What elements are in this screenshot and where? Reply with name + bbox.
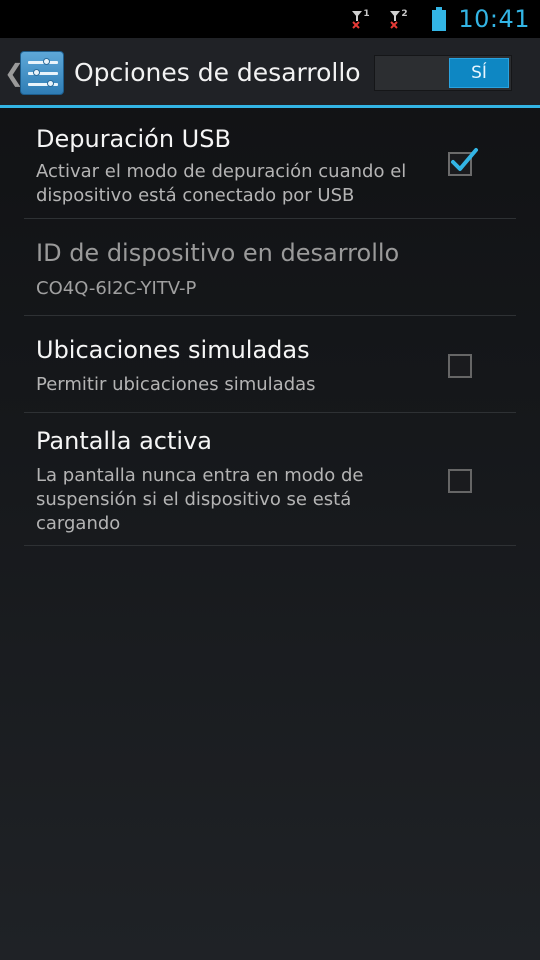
- sim1-label: 1: [363, 9, 370, 19]
- status-bar: 1 2 10:41: [0, 0, 540, 38]
- pref-summary: Activar el modo de depuración cuando el …: [36, 161, 407, 206]
- preference-list: Depuración USB Activar el modo de depura…: [24, 111, 516, 546]
- pref-stay-awake[interactable]: Pantalla activa La pantalla nunca entra …: [24, 413, 516, 546]
- pref-mock-locations[interactable]: Ubicaciones simuladas Permitir ubicacion…: [24, 316, 516, 413]
- stay-awake-checkbox[interactable]: [448, 469, 472, 493]
- pref-usb-debugging[interactable]: Depuración USB Activar el modo de depura…: [24, 111, 516, 219]
- status-clock: 10:41: [458, 5, 530, 33]
- page-title: Opciones de desarrollo: [74, 58, 361, 87]
- signal-sim1-no-service-icon: 1: [350, 6, 374, 32]
- checkmark-icon: [451, 148, 478, 171]
- pref-title: ID de dispositivo en desarrollo: [36, 239, 400, 267]
- usb-debugging-checkbox[interactable]: [448, 148, 478, 176]
- signal-sim2-no-service-icon: 2: [388, 6, 412, 32]
- developer-options-toggle[interactable]: SÍ: [374, 55, 512, 91]
- toggle-label: SÍ: [449, 58, 509, 88]
- pref-summary: Permitir ubicaciones simuladas: [36, 374, 316, 395]
- battery-icon: [432, 7, 447, 31]
- action-bar: ❮ Opciones de desarrollo SÍ: [0, 38, 540, 108]
- developer-settings-icon[interactable]: [20, 51, 64, 95]
- pref-title: Ubicaciones simuladas: [36, 336, 310, 364]
- developer-options-screen: 1 2 10:41 ❮ Opciones de desarrollo SÍ De…: [0, 0, 540, 960]
- device-id-value: CO4Q-6I2C-YITV-P: [36, 278, 197, 299]
- pref-title: Pantalla activa: [36, 427, 212, 455]
- sim2-label: 2: [401, 9, 408, 19]
- pref-summary: La pantalla nunca entra en modo de suspe…: [36, 465, 364, 534]
- pref-device-id: ID de dispositivo en desarrollo CO4Q-6I2…: [24, 219, 516, 316]
- pref-title: Depuración USB: [36, 125, 231, 153]
- mock-locations-checkbox[interactable]: [448, 354, 472, 378]
